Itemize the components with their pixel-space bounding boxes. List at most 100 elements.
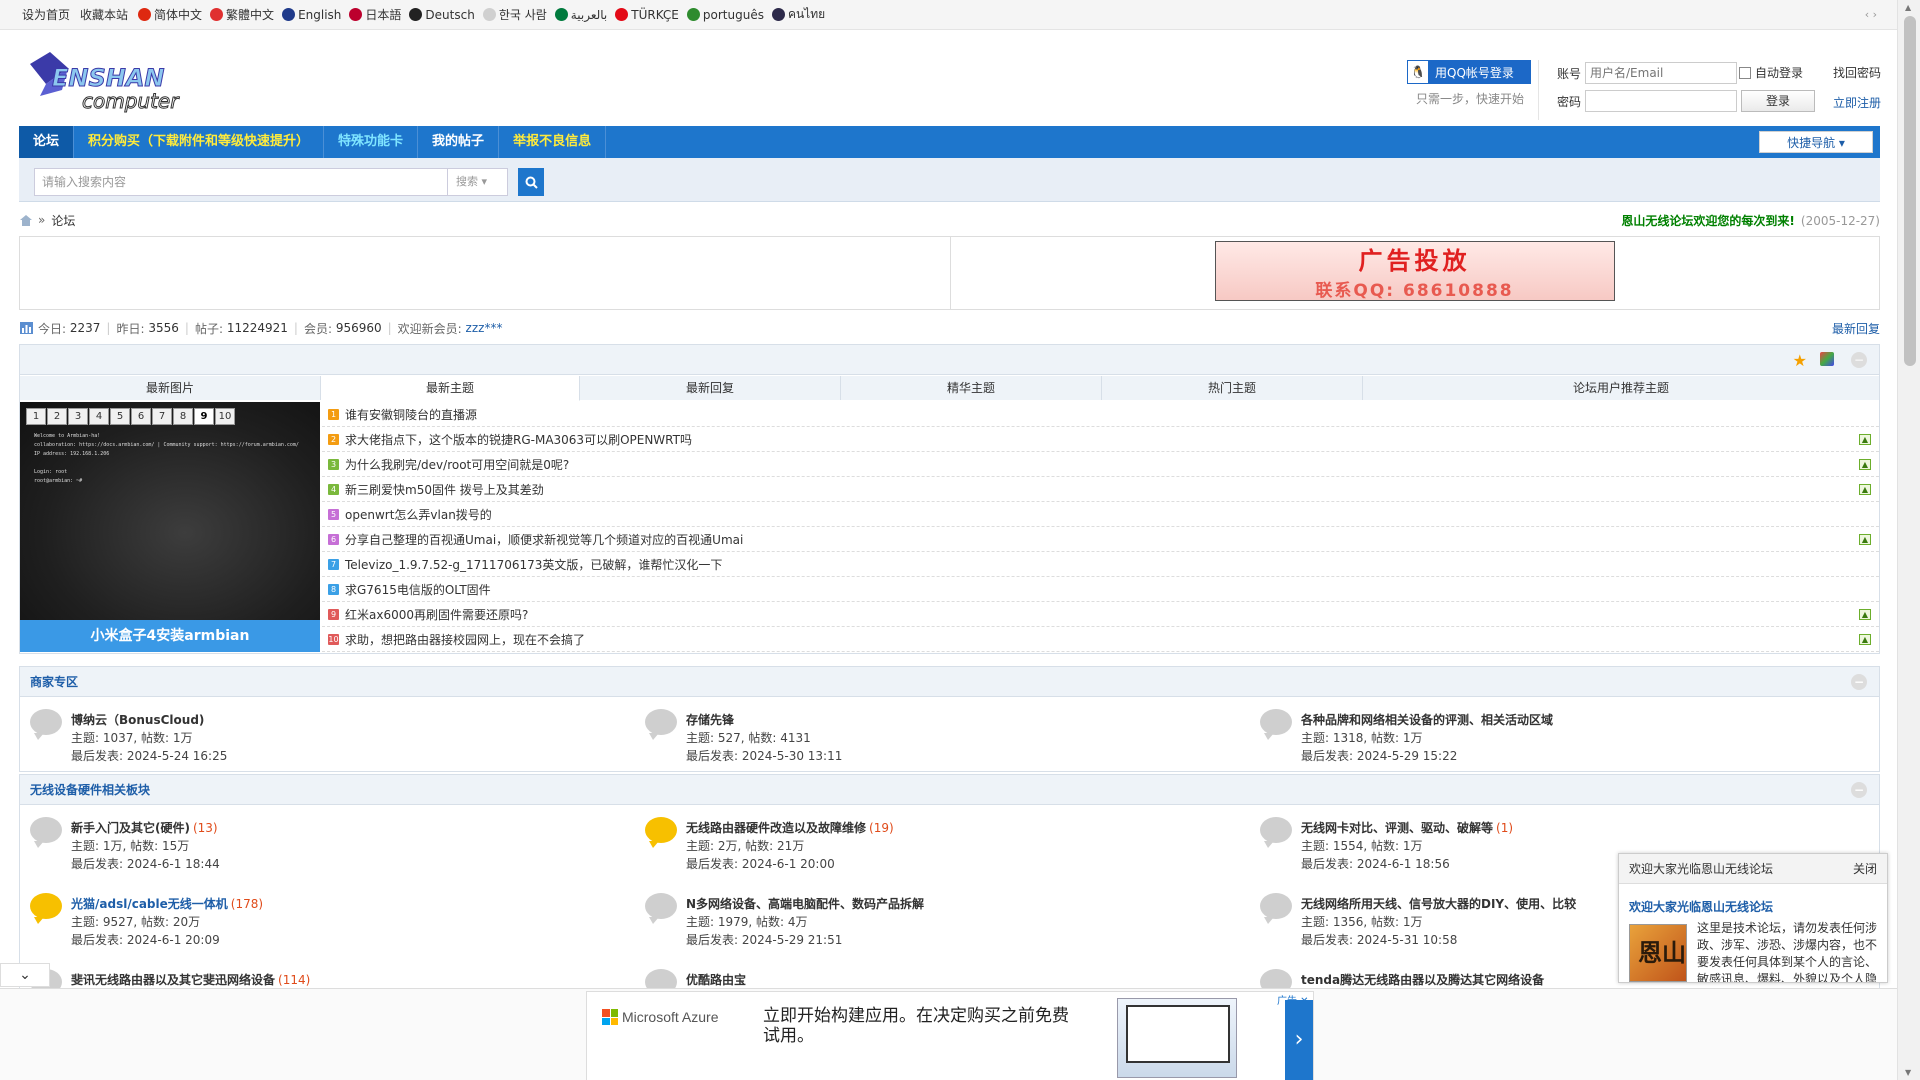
forum-bubble-icon[interactable] (645, 709, 677, 740)
ad-banner[interactable]: 广告投放 联系QQ: 68610888 (1214, 241, 1615, 301)
slider-page-button[interactable]: 3 (68, 408, 88, 425)
forum-bubble-icon[interactable] (1260, 817, 1292, 848)
popup-title[interactable]: 欢迎大家光临恩山无线论坛 (1629, 898, 1773, 915)
section-header[interactable]: 商家专区 − (20, 667, 1879, 697)
auto-login-checkbox[interactable]: 自动登录 (1739, 64, 1803, 81)
collapse-icon[interactable]: − (1851, 782, 1867, 798)
topic-title-link[interactable]: 新三刷爱快m50固件 拨号上及其差劲 (345, 481, 544, 498)
slider-page-button[interactable]: 4 (89, 408, 109, 425)
forum-name-link[interactable]: tenda腾达无线路由器以及腾达其它网络设备 (1301, 973, 1544, 987)
topic-row[interactable]: 3 为什么我刷完/dev/root可用空间就是0呢? ▲ (322, 452, 1879, 477)
topic-title-link[interactable]: Televizo_1.9.7.52-g_1711706173英文版，已破解，谁帮… (345, 556, 722, 573)
topic-title-link[interactable]: openwrt怎么弄vlan拨号的 (345, 506, 492, 523)
scroll-down-icon[interactable]: ▼ (1905, 1068, 1911, 1077)
forum-name-link[interactable]: 无线网络所用天线、信号放大器的DIY、使用、比较 (1301, 897, 1576, 911)
forum-bubble-icon[interactable] (1260, 893, 1292, 924)
language-link[interactable]: TÜRKÇE (615, 5, 679, 24)
topic-row[interactable]: 7 Televizo_1.9.7.52-g_1711706173英文版，已破解，谁… (322, 552, 1879, 577)
tab-latest-topics[interactable]: 最新主题 (321, 376, 580, 401)
topic-row[interactable]: 5 openwrt怎么弄vlan拨号的 (322, 502, 1879, 527)
slider-page-button[interactable]: 7 (152, 408, 172, 425)
qq-login-button[interactable]: 🐧 用QQ帐号登录 (1407, 60, 1531, 84)
forum-name-link[interactable]: 优酷路由宝 (686, 973, 746, 987)
slider-page-button[interactable]: 8 (173, 408, 193, 425)
topic-row[interactable]: 6 分享自己整理的百视通Umai，顺便求新视觉等几个频道对应的百视通Umai ▲ (322, 527, 1879, 552)
forum-last-post[interactable]: 最后发表: 2024-5-24 16:25 (71, 747, 227, 764)
expand-ad-button[interactable]: ⌄ (0, 963, 50, 987)
tab-latest-replies[interactable]: 最新回复 (580, 376, 841, 400)
forum-bubble-icon[interactable] (30, 709, 62, 740)
forum-bubble-icon[interactable] (30, 817, 62, 848)
forum-last-post[interactable]: 最后发表: 2024-6-1 20:09 (71, 931, 220, 948)
topic-row[interactable]: 2 求大佬指点下，这个版本的锐捷RG-MA3063可以刷OPENWRT吗 ▲ (322, 427, 1879, 452)
topic-title-link[interactable]: 求大佬指点下，这个版本的锐捷RG-MA3063可以刷OPENWRT吗 (345, 431, 692, 448)
checkbox-icon[interactable] (1739, 66, 1751, 79)
home-icon[interactable] (20, 214, 32, 226)
bookmark-link[interactable]: 收藏本站 (80, 6, 128, 23)
slider-page-button[interactable]: 1 (26, 408, 46, 425)
topic-title-link[interactable]: 求G7615电信版的OLT固件 (345, 581, 491, 598)
forum-last-post[interactable]: 最后发表: 2024-6-1 18:56 (1301, 855, 1450, 872)
topic-title-link[interactable]: 求助，想把路由器接校园网上，现在不会搞了 (345, 631, 585, 648)
nav-my-posts[interactable]: 我的帖子 (418, 126, 500, 158)
slider-image[interactable]: Welcome to Armbian-ha! collaboration: ht… (20, 402, 320, 620)
topic-title-link[interactable]: 分享自己整理的百视通Umai，顺便求新视觉等几个频道对应的百视通Umai (345, 531, 743, 548)
forum-name-link[interactable]: 光猫/adsl/cable无线一体机 (71, 897, 228, 911)
azure-ad-card[interactable]: Microsoft Azure 立即开始构建应用。在决定购买之前免费试用。 广告… (586, 991, 1314, 1080)
topic-title-link[interactable]: 为什么我刷完/dev/root可用空间就是0呢? (345, 456, 569, 473)
topic-row[interactable]: 10 求助，想把路由器接校园网上，现在不会搞了 ▲ (322, 627, 1879, 652)
topic-row[interactable]: 8 求G7615电信版的OLT固件 (322, 577, 1879, 602)
section-title[interactable]: 商家专区 (30, 675, 78, 689)
topic-title-link[interactable]: 谁有安徽铜陵台的直播源 (345, 406, 477, 423)
forum-name-link[interactable]: 存储先锋 (686, 713, 734, 727)
language-link[interactable]: بالعربية (554, 5, 607, 24)
tab-essence-topics[interactable]: 精华主题 (841, 376, 1102, 400)
forum-last-post[interactable]: 最后发表: 2024-5-30 13:11 (686, 747, 842, 764)
slider-page-button[interactable]: 5 (110, 408, 130, 425)
nav-report[interactable]: 举报不良信息 (499, 126, 607, 158)
slider-page-button[interactable]: 10 (215, 408, 235, 425)
slider-page-button[interactable]: 6 (131, 408, 151, 425)
topic-row[interactable]: 9 红米ax6000再刷固件需要还原吗? ▲ (322, 602, 1879, 627)
tab-latest-images[interactable]: 最新图片 (20, 376, 321, 400)
language-link[interactable]: English (282, 5, 341, 24)
forum-name-link[interactable]: N多网络设备、高端电脑配件、数码产品拆解 (686, 897, 924, 911)
forum-name-link[interactable]: 博纳云（BonusCloud) (71, 713, 204, 727)
vertical-scrollbar[interactable]: ▲ ▼ (1897, 0, 1920, 1080)
topic-row[interactable]: 1 谁有安徽铜陵台的直播源 (322, 402, 1879, 427)
forum-name-link[interactable]: 各种品牌和网络相关设备的评测、相关活动区域 (1301, 713, 1553, 727)
favorite-star-icon[interactable]: ★ (1793, 351, 1807, 370)
forum-last-post[interactable]: 最后发表: 2024-5-29 15:22 (1301, 747, 1457, 764)
ad-next-arrow-icon[interactable]: › (1285, 1000, 1313, 1080)
search-input[interactable]: 请输入搜索内容 (34, 168, 448, 196)
forum-last-post[interactable]: 最后发表: 2024-6-1 20:00 (686, 855, 835, 872)
language-link[interactable]: português (686, 5, 764, 24)
scrollbar-thumb[interactable] (1904, 16, 1916, 366)
topic-row[interactable]: 4 新三刷爱快m50固件 拨号上及其差劲 ▲ (322, 477, 1879, 502)
search-button[interactable] (518, 168, 544, 196)
nav-forum[interactable]: 论坛 (19, 126, 75, 158)
forum-last-post[interactable]: 最后发表: 2024-5-29 21:51 (686, 931, 842, 948)
language-link[interactable]: 繁體中文 (210, 5, 274, 24)
language-link[interactable]: 简体中文 (138, 5, 202, 24)
tab-recommended-topics[interactable]: 论坛用户推荐主题 (1363, 376, 1879, 400)
set-homepage-link[interactable]: 设为首页 (22, 6, 70, 23)
new-member-link[interactable]: zzz*** (466, 321, 503, 335)
slider-page-button[interactable]: 2 (47, 408, 67, 425)
topic-title-link[interactable]: 红米ax6000再刷固件需要还原吗? (345, 606, 528, 623)
language-link[interactable]: Deutsch (409, 5, 475, 24)
slider-page-button[interactable]: 9 (194, 408, 214, 425)
site-logo[interactable]: ENSHAN computer (22, 50, 197, 114)
username-input[interactable] (1585, 62, 1737, 84)
search-scope-select[interactable]: 搜索 ▾ (448, 168, 508, 196)
tab-hot-topics[interactable]: 热门主题 (1102, 376, 1363, 400)
forum-last-post[interactable]: 最后发表: 2024-5-31 10:58 (1301, 931, 1457, 948)
nav-buy-points[interactable]: 积分购买（下载附件和等级快速提升） (74, 126, 325, 158)
forgot-password-link[interactable]: 找回密码 (1833, 64, 1881, 81)
latest-reply-link[interactable]: 最新回复 (1832, 320, 1880, 337)
picture-icon[interactable] (1820, 352, 1834, 366)
nav-special-cards[interactable]: 特殊功能卡 (324, 126, 419, 158)
breadcrumb-current[interactable]: 论坛 (51, 212, 75, 229)
language-link[interactable]: คนไทย (771, 5, 825, 24)
password-input[interactable] (1585, 90, 1737, 112)
